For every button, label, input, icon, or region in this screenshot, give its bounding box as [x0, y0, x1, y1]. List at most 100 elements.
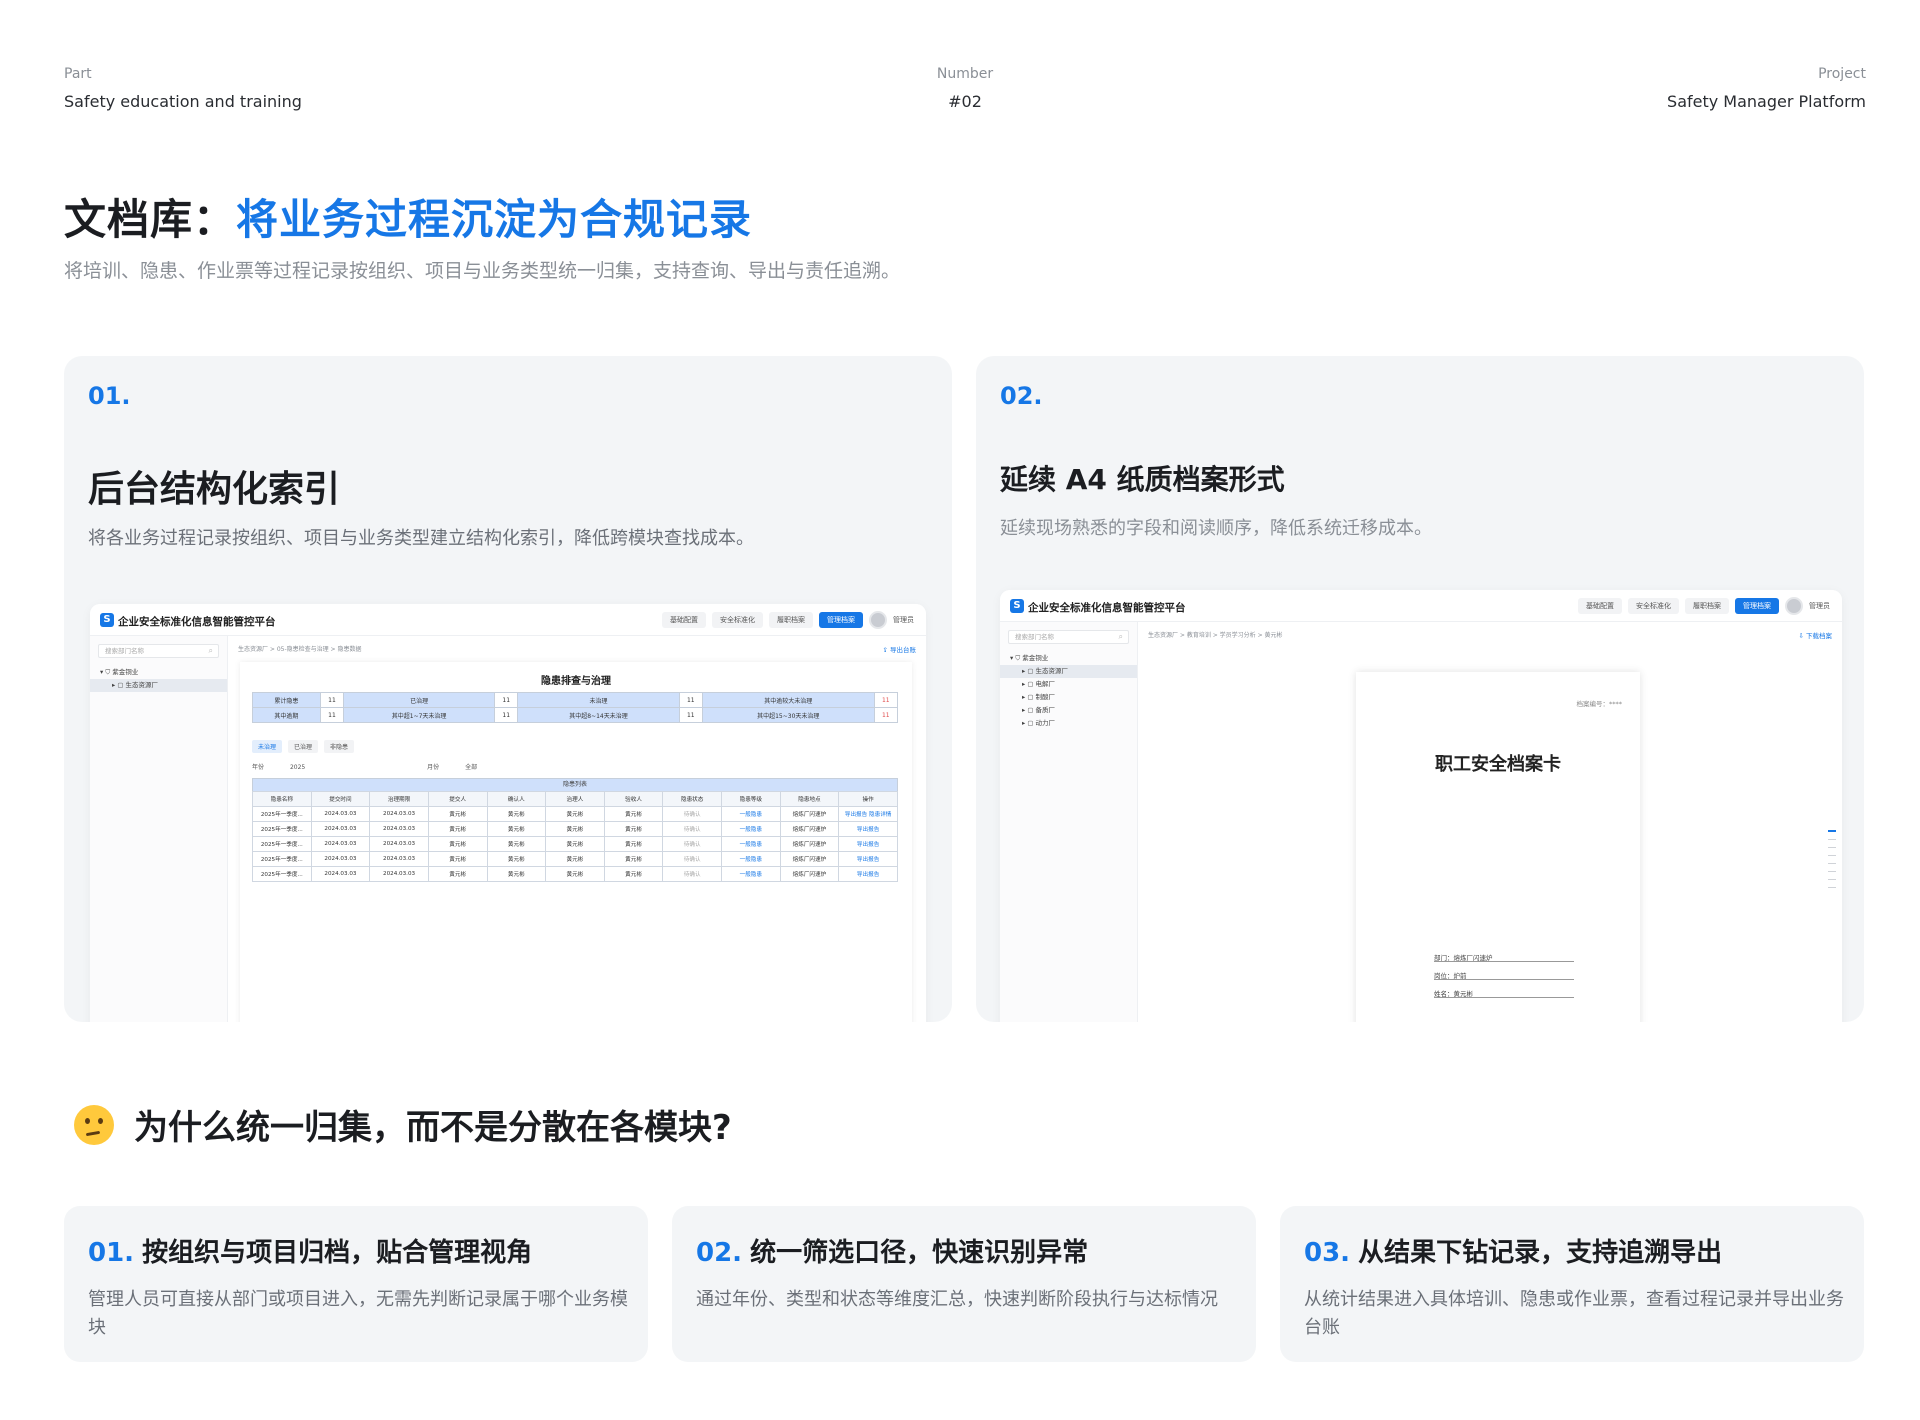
- table-cell: 2024.03.03: [369, 821, 429, 837]
- nav-standardization[interactable]: 安全标准化: [712, 612, 763, 628]
- dept-search-input[interactable]: 搜索部门名称: [98, 644, 219, 658]
- table-cell: 一般隐患: [721, 806, 781, 822]
- card-structured-index: 01. 后台结构化索引 将各业务过程记录按组织、项目与业务类型建立结构化索引，降…: [64, 356, 952, 1022]
- table-cell: 黄元彬: [603, 866, 664, 882]
- table-cell: 黄元彬: [545, 836, 605, 852]
- feature-title: 统一筛选口径，快速识别异常: [750, 1238, 1089, 1268]
- card-number: 02.: [1000, 382, 1043, 410]
- nav-basic-config[interactable]: 基础配置: [662, 612, 706, 628]
- table-cell: 熔炼厂闪速炉: [779, 851, 840, 867]
- row-actions-link[interactable]: 导出报告: [838, 866, 898, 882]
- status-tabs: 未治理 已治理 非隐患: [252, 740, 355, 753]
- tree-item[interactable]: ▾ ⛉ 紫金铜业: [1000, 652, 1137, 665]
- tree-item[interactable]: ▸ ▢ 动力厂: [1000, 717, 1137, 730]
- summary-cell: 其中超1~7天未治理: [343, 707, 496, 723]
- row-actions-link[interactable]: 导出报告: [838, 821, 898, 837]
- app-sidebar: 搜索部门名称 ▾ ⛉ 紫金铜业 ▸ ▢ 生态资源厂: [90, 636, 228, 1022]
- hero-subtitle: 将培训、隐患、作业票等过程记录按组织、项目与业务类型统一归集，支持查询、导出与责…: [64, 260, 901, 282]
- avatar[interactable]: [1785, 597, 1803, 615]
- tree-item[interactable]: ▸ ▢ 电解厂: [1000, 678, 1137, 691]
- card-description: 将各业务过程记录按组织、项目与业务类型建立结构化索引，降低跨模块查找成本。: [88, 528, 754, 549]
- user-name[interactable]: 管理员: [893, 615, 914, 625]
- table-cell: 黄元彬: [603, 851, 664, 867]
- page-scroll-indicator[interactable]: [1828, 830, 1836, 895]
- meta-part: Part Safety education and training: [64, 66, 302, 111]
- app-topbar: S 企业安全标准化信息智能管控平台 基础配置 安全标准化 履职档案 管理档案 管…: [90, 604, 926, 636]
- month-select[interactable]: 全部: [465, 764, 477, 771]
- project-value: Safety Manager Platform: [1667, 92, 1866, 111]
- column-header: 确认人: [486, 791, 547, 807]
- feature-number: 01.: [88, 1238, 135, 1268]
- tree-item-selected[interactable]: ▸ ▢ 生态资源厂: [1000, 665, 1137, 678]
- tab-treated[interactable]: 已治理: [288, 740, 319, 753]
- app-nav: 基础配置 安全标准化 履职档案 管理档案 管理员: [662, 611, 914, 629]
- row-actions-link[interactable]: 导出报告: [838, 836, 898, 852]
- summary-cell: 11: [678, 692, 704, 708]
- row-actions-link[interactable]: 导出报告: [838, 851, 898, 867]
- field-position: 岗位：炉前: [1434, 970, 1574, 980]
- nav-duty-archive[interactable]: 履职档案: [769, 612, 813, 628]
- table-cell: 待确认: [662, 821, 722, 837]
- feature-description: 从统计结果进入具体培训、隐患或作业票，查看过程记录并导出业务台账: [1304, 1289, 1844, 1338]
- table-cell: 2024.03.03: [310, 866, 371, 882]
- row-actions-link[interactable]: 导出报告 隐患详情: [838, 806, 898, 822]
- app-logo-icon: S: [100, 613, 114, 627]
- summary-table: 累计隐患 11 已治理 11 未治理 11 其中逾较大未治理 11 其中逾期 1…: [252, 692, 899, 723]
- tree-item[interactable]: ▸ ▢ 备质厂: [1000, 704, 1137, 717]
- table-cell: 2025年一季度...: [252, 866, 312, 882]
- table-row[interactable]: 2025年一季度... 2024.03.03 2024.03.03 黄元彬 黄元彬 黄元彬…: [252, 866, 898, 882]
- tree-item[interactable]: ▸ ▢ 制酸厂: [1000, 691, 1137, 704]
- why-title: 为什么统一归集，而不是分散在各模块?: [134, 1108, 732, 1148]
- tab-untreated[interactable]: 未治理: [252, 740, 283, 753]
- tree-item[interactable]: ▾ ⛉ 紫金铜业: [90, 666, 227, 679]
- dept-search-input[interactable]: 搜索部门名称: [1008, 630, 1129, 644]
- table-cell: 黄元彬: [486, 806, 547, 822]
- avatar[interactable]: [869, 611, 887, 629]
- part-label: Part: [64, 66, 92, 82]
- table-cell: 2025年一季度...: [252, 806, 312, 822]
- nav-standardization[interactable]: 安全标准化: [1628, 598, 1679, 614]
- column-header: 隐患名称: [252, 791, 312, 807]
- document-title: 职工安全档案卡: [1435, 754, 1561, 775]
- user-name[interactable]: 管理员: [1809, 601, 1830, 611]
- summary-cell: 其中逾较大未治理: [702, 692, 875, 708]
- app-screenshot-hazard: S 企业安全标准化信息智能管控平台 基础配置 安全标准化 履职档案 管理档案 管…: [90, 604, 926, 1022]
- table-cell: 2025年一季度...: [252, 836, 312, 852]
- nav-duty-archive[interactable]: 履职档案: [1685, 598, 1729, 614]
- download-archive-button[interactable]: ⇩ 下载档案: [1798, 630, 1832, 640]
- feature-card-org: 01. 按组织与项目归档，贴合管理视角 管理人员可直接从部门或项目进入，无需先判断…: [64, 1206, 648, 1362]
- table-row[interactable]: 2025年一季度... 2024.03.03 2024.03.03 黄元彬 黄元彬 黄元彬…: [252, 836, 898, 852]
- table-cell: 黄元彬: [545, 851, 605, 867]
- nav-management-archive[interactable]: 管理档案: [1735, 598, 1779, 614]
- year-select[interactable]: 2025: [290, 764, 305, 771]
- column-header: 隐患地点: [779, 791, 840, 807]
- nav-basic-config[interactable]: 基础配置: [1578, 598, 1622, 614]
- table-row: 累计隐患 11 已治理 11 未治理 11 其中逾较大未治理 11: [252, 692, 899, 708]
- summary-cell: 11: [873, 707, 899, 723]
- table-row[interactable]: 2025年一季度... 2024.03.03 2024.03.03 黄元彬 黄元彬 黄元彬…: [252, 821, 898, 837]
- summary-cell: 其中超15~30天未治理: [702, 707, 875, 723]
- nav-management-archive[interactable]: 管理档案: [819, 612, 863, 628]
- export-ledger-button[interactable]: ⇪ 导出台账: [882, 644, 916, 654]
- app-title: 企业安全标准化信息智能管控平台: [1028, 602, 1186, 614]
- table-cell: 2024.03.03: [310, 836, 371, 852]
- card-description: 延续现场熟悉的字段和阅读顺序，降低系统迁移成本。: [1000, 518, 1432, 539]
- tab-non-hazard[interactable]: 非隐患: [324, 740, 355, 753]
- table-cell: 黄元彬: [427, 806, 488, 822]
- table-cell: 熔炼厂闪速炉: [779, 866, 840, 882]
- table-cell: 黄元彬: [603, 836, 664, 852]
- table-cell: 2024.03.03: [369, 836, 429, 852]
- table-cell: 黄元彬: [427, 836, 488, 852]
- table-cell: 黄元彬: [603, 806, 664, 822]
- tree-item-selected[interactable]: ▸ ▢ 生态资源厂: [90, 679, 227, 692]
- org-tree: ▾ ⛉ 紫金铜业 ▸ ▢ 生态资源厂: [90, 666, 227, 692]
- column-header: 治理期限: [369, 791, 429, 807]
- table-row[interactable]: 2025年一季度... 2024.03.03 2024.03.03 黄元彬 黄元彬 黄元彬…: [252, 851, 898, 867]
- table-cell: 2025年一季度...: [252, 821, 312, 837]
- feature-card-filter: 02. 统一筛选口径，快速识别异常 通过年份、类型和状态等维度汇总，快速判断阶段执…: [672, 1206, 1256, 1362]
- table-cell: 2024.03.03: [310, 821, 371, 837]
- table-cell: 一般隐患: [721, 836, 781, 852]
- table-row[interactable]: 2025年一季度... 2024.03.03 2024.03.03 黄元彬 黄元彬 黄元彬…: [252, 806, 898, 822]
- card-title: 延续 A4 纸质档案形式: [1000, 463, 1285, 496]
- card-a4-archive: 02. 延续 A4 纸质档案形式 延续现场熟悉的字段和阅读顺序，降低系统迁移成本…: [976, 356, 1864, 1022]
